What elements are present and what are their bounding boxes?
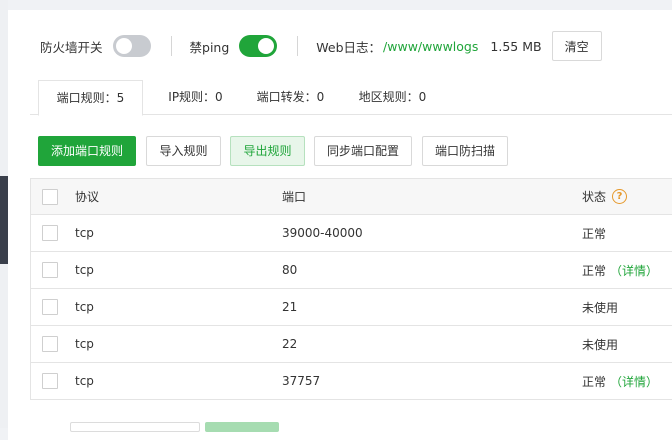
firewall-toggle[interactable] <box>112 35 151 57</box>
firewall-switch-label: 防火墙开关 <box>40 39 103 55</box>
status-bar: 防火墙开关 禁ping Web日志： /www/wwwlogs 1.55 MB … <box>40 28 602 64</box>
cell-status: 未使用 <box>582 289 618 325</box>
import-rules-button[interactable]: 导入规则 <box>146 136 221 166</box>
cell-port: 22 <box>282 337 298 351</box>
row-checkbox[interactable] <box>42 336 58 352</box>
ping-switch-label: 禁ping <box>189 39 230 55</box>
row-checkbox[interactable] <box>42 262 58 278</box>
cell-protocol: tcp <box>75 300 94 314</box>
table-row: tcp 39000-40000 正常 <box>31 215 672 252</box>
cell-status: 未使用 <box>582 326 618 362</box>
export-rules-button[interactable]: 导出规则 <box>230 136 305 166</box>
tab-port-forwarding[interactable]: 端口转发：0 <box>238 80 343 115</box>
ping-toggle[interactable] <box>239 35 278 57</box>
cell-protocol: tcp <box>75 263 94 277</box>
row-checkbox[interactable] <box>42 299 58 315</box>
weblog-path-link[interactable]: /www/wwwlogs <box>383 39 478 54</box>
status-text: 未使用 <box>582 300 619 315</box>
cell-port: 39000-40000 <box>282 226 363 240</box>
status-header-label: 状态 <box>582 190 607 204</box>
weblog-size: 1.55 MB <box>490 38 542 54</box>
batch-execute-button[interactable] <box>205 422 279 432</box>
select-all-checkbox[interactable] <box>42 188 58 205</box>
status-text: 未使用 <box>582 337 619 352</box>
batch-operation-select[interactable] <box>70 422 200 432</box>
table-header: 协议 端口 状态? <box>31 179 672 215</box>
question-icon[interactable]: ? <box>612 189 628 204</box>
column-header-status: 状态? <box>582 179 628 214</box>
clear-log-button[interactable]: 清空 <box>551 31 602 61</box>
cell-status: 正常 <box>582 215 606 251</box>
divider <box>297 36 299 56</box>
cell-port: 80 <box>282 263 298 277</box>
cell-protocol: tcp <box>75 226 94 240</box>
left-edge-dark-block <box>0 176 8 264</box>
table-row: tcp 21 未使用 <box>31 289 672 326</box>
tab-ip-rules[interactable]: IP规则：0 <box>143 80 248 115</box>
cell-port: 21 <box>282 300 298 314</box>
detail-link[interactable]: （详情） <box>610 373 658 390</box>
tab-region-rules[interactable]: 地区规则：0 <box>340 80 445 115</box>
table-row: tcp 22 未使用 <box>31 326 672 363</box>
port-anti-scan-button[interactable]: 端口防扫描 <box>422 136 508 166</box>
toggle-knob <box>258 38 275 54</box>
divider <box>170 36 172 56</box>
add-port-rule-button[interactable]: 添加端口规则 <box>38 136 136 166</box>
left-edge <box>0 0 8 428</box>
cell-status: 正常 （详情） <box>582 252 658 288</box>
column-header-protocol: 协议 <box>75 190 100 204</box>
row-checkbox[interactable] <box>42 225 58 241</box>
status-text: 正常 <box>582 263 607 278</box>
row-checkbox[interactable] <box>42 373 58 389</box>
cell-protocol: tcp <box>75 337 94 351</box>
port-rules-table: 协议 端口 状态? tcp 39000-40000 正常 tcp 80 正常 （详… <box>30 178 672 400</box>
tab-port-rules[interactable]: 端口规则：5 <box>38 80 143 116</box>
sync-port-config-button[interactable]: 同步端口配置 <box>314 136 412 166</box>
status-text: 正常 <box>582 226 607 241</box>
cell-port: 37757 <box>282 374 321 388</box>
cell-status: 正常 （详情） <box>582 363 658 399</box>
column-header-port: 端口 <box>282 190 307 204</box>
weblog-label: Web日志： <box>316 39 382 55</box>
status-text: 正常 <box>582 374 607 389</box>
detail-link[interactable]: （详情） <box>610 262 658 279</box>
table-row: tcp 80 正常 （详情） <box>31 252 672 289</box>
toggle-knob <box>115 38 132 54</box>
rule-tabs: 端口规则：5 IP规则：0 端口转发：0 地区规则：0 <box>30 80 672 116</box>
cell-protocol: tcp <box>75 374 94 388</box>
table-row: tcp 37757 正常 （详情） <box>31 363 672 400</box>
